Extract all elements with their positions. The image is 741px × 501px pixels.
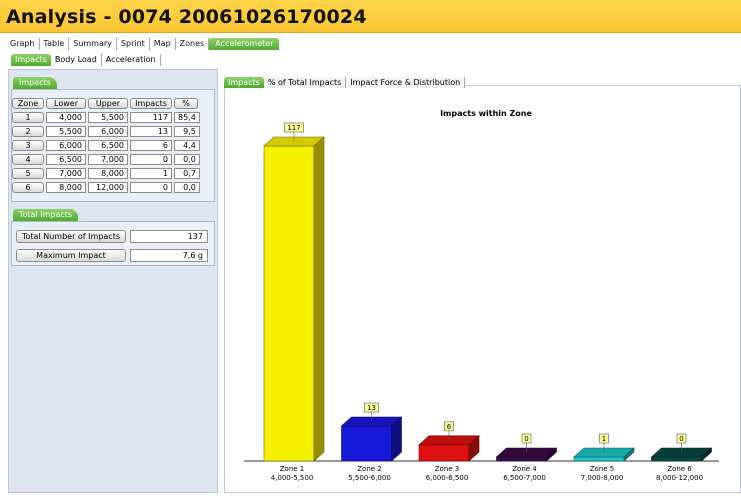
data-label: 0 xyxy=(679,435,683,443)
lower-column-header[interactable]: Lower xyxy=(46,97,86,109)
zone-button[interactable]: 1 xyxy=(12,111,44,123)
pct-cell: 4,4 xyxy=(174,139,200,151)
upper-cell: 12,000 xyxy=(88,181,128,193)
zones-table-header: Zone Lower Upper Impacts % xyxy=(12,97,200,109)
upper-cell: 8,000 xyxy=(88,167,128,179)
zone-button[interactable]: 3 xyxy=(12,139,44,151)
upper-cell: 5,500 xyxy=(88,111,128,123)
impacts-column-header[interactable]: Impacts xyxy=(130,97,172,109)
pct-cell: 9,5 xyxy=(174,125,200,137)
impacts-cell: 1 xyxy=(130,167,172,179)
data-label: 13 xyxy=(367,404,376,412)
lower-cell: 6,500 xyxy=(46,153,86,165)
table-row: 4 6,500 7,000 0 0,0 xyxy=(12,153,200,165)
lower-cell: 7,000 xyxy=(46,167,86,179)
zone-column-header[interactable]: Zone xyxy=(12,97,44,109)
category-sublabel: 8,000-12,000 xyxy=(656,474,703,482)
bars-group: 117 Zone 14,000-5,500 13 Zone 25,500-6,000 6… xyxy=(244,122,719,482)
zone-button[interactable]: 2 xyxy=(12,125,44,137)
impacts-cell: 6 xyxy=(130,139,172,151)
impacts-cell: 0 xyxy=(130,181,172,193)
maximum-impact-value: 7,6 g xyxy=(130,249,208,262)
upper-cell: 6,500 xyxy=(88,139,128,151)
lower-cell: 5,500 xyxy=(46,125,86,137)
category-label: Zone 6 xyxy=(667,465,692,473)
tab-table[interactable]: Table xyxy=(40,38,70,50)
data-label: 6 xyxy=(447,423,452,431)
pct-cell: 0,0 xyxy=(174,181,200,193)
pct-cell: 85,4 xyxy=(174,111,200,123)
tab-acceleration[interactable]: Acceleration xyxy=(102,54,161,66)
impacts-cell: 117 xyxy=(130,111,172,123)
category-sublabel: 5,500-6,000 xyxy=(348,474,391,482)
zone-button[interactable]: 4 xyxy=(12,153,44,165)
tab-impacts[interactable]: Impacts xyxy=(11,54,51,66)
impacts-cell: 0 xyxy=(130,153,172,165)
bar-zone-6 xyxy=(651,456,702,462)
table-row: 2 5,500 6,000 13 9,5 xyxy=(12,125,200,137)
chart-tab-strip: Impacts % of Total Impacts Impact Force … xyxy=(224,77,466,88)
data-label: 1 xyxy=(602,435,606,443)
tab-sprint[interactable]: Sprint xyxy=(117,38,150,50)
sub-tab-strip: Impacts Body Load Acceleration xyxy=(11,54,161,66)
lower-cell: 4,000 xyxy=(46,111,86,123)
maximum-impact-button[interactable]: Maximum Impact xyxy=(16,249,126,262)
tab-accelerometer[interactable]: Accelerometer xyxy=(209,38,280,50)
maximum-impact-row: Maximum Impact 7,6 g xyxy=(16,249,208,262)
upper-column-header[interactable]: Upper xyxy=(88,97,128,109)
zone-button[interactable]: 6 xyxy=(12,181,44,193)
tab-chart-force-distribution[interactable]: Impact Force & Distribution xyxy=(346,77,466,88)
window-title: Analysis - 0074 20061026170024 xyxy=(6,6,367,28)
total-impacts-group-tab: Total Impacts xyxy=(13,209,79,221)
tab-chart-pct-total[interactable]: % of Total Impacts xyxy=(263,77,347,88)
data-label: 117 xyxy=(287,124,300,132)
category-sublabel: 7,000-8,000 xyxy=(581,474,624,482)
lower-cell: 6,000 xyxy=(46,139,86,151)
total-number-of-impacts-value: 137 xyxy=(130,230,208,243)
bar-zone-3 xyxy=(418,444,470,462)
bar-zone-2 xyxy=(341,425,392,462)
impacts-group-tab: Impacts xyxy=(13,77,57,89)
tab-graph[interactable]: Graph xyxy=(6,38,40,50)
table-row: 6 8,000 12,000 0 0,0 xyxy=(12,181,200,193)
lower-cell: 8,000 xyxy=(46,181,86,193)
zones-table: Zone Lower Upper Impacts % 1 4,000 5,500… xyxy=(10,95,202,195)
category-sublabel: 6,000-6,500 xyxy=(426,474,469,482)
bar-zone-1 xyxy=(263,145,315,462)
tab-summary[interactable]: Summary xyxy=(69,38,117,50)
category-label: Zone 5 xyxy=(590,465,615,473)
tab-zones[interactable]: Zones xyxy=(176,38,210,50)
category-sublabel: 4,000-5,500 xyxy=(271,474,314,482)
tab-chart-impacts[interactable]: Impacts xyxy=(224,77,264,88)
main-tab-strip: Graph Table Summary Sprint Map Zones Acc… xyxy=(6,38,280,50)
pct-cell: 0,7 xyxy=(174,167,200,179)
category-label: Zone 1 xyxy=(280,465,305,473)
zone-button[interactable]: 5 xyxy=(12,167,44,179)
category-sublabel: 6,500-7,000 xyxy=(503,474,546,482)
pct-column-header[interactable]: % xyxy=(174,97,198,109)
data-label: 0 xyxy=(524,435,528,443)
table-row: 1 4,000 5,500 117 85,4 xyxy=(12,111,200,123)
upper-cell: 7,000 xyxy=(88,153,128,165)
bar-zone-5 xyxy=(573,456,625,462)
tab-map[interactable]: Map xyxy=(150,38,176,50)
table-row: 5 7,000 8,000 1 0,7 xyxy=(12,167,200,179)
bar-side-zone-1 xyxy=(313,136,325,462)
title-bar: Analysis - 0074 20061026170024 xyxy=(0,0,741,33)
category-label: Zone 2 xyxy=(357,465,382,473)
category-label: Zone 4 xyxy=(512,465,537,473)
pct-cell: 0,0 xyxy=(174,153,200,165)
bar-zone-4 xyxy=(496,456,547,462)
category-label: Zone 3 xyxy=(435,465,460,473)
impacts-cell: 13 xyxy=(130,125,172,137)
table-row: 3 6,000 6,500 6 4,4 xyxy=(12,139,200,151)
upper-cell: 6,000 xyxy=(88,125,128,137)
tab-body-load[interactable]: Body Load xyxy=(51,54,102,66)
total-impacts-row: Total Number of Impacts 137 xyxy=(16,230,208,243)
impacts-bar-chart: Impacts within Zone 117 Zone 14,000-5,500… xyxy=(244,109,719,482)
chart-title: Impacts within Zone xyxy=(440,109,532,118)
total-number-of-impacts-button[interactable]: Total Number of Impacts xyxy=(16,230,126,243)
